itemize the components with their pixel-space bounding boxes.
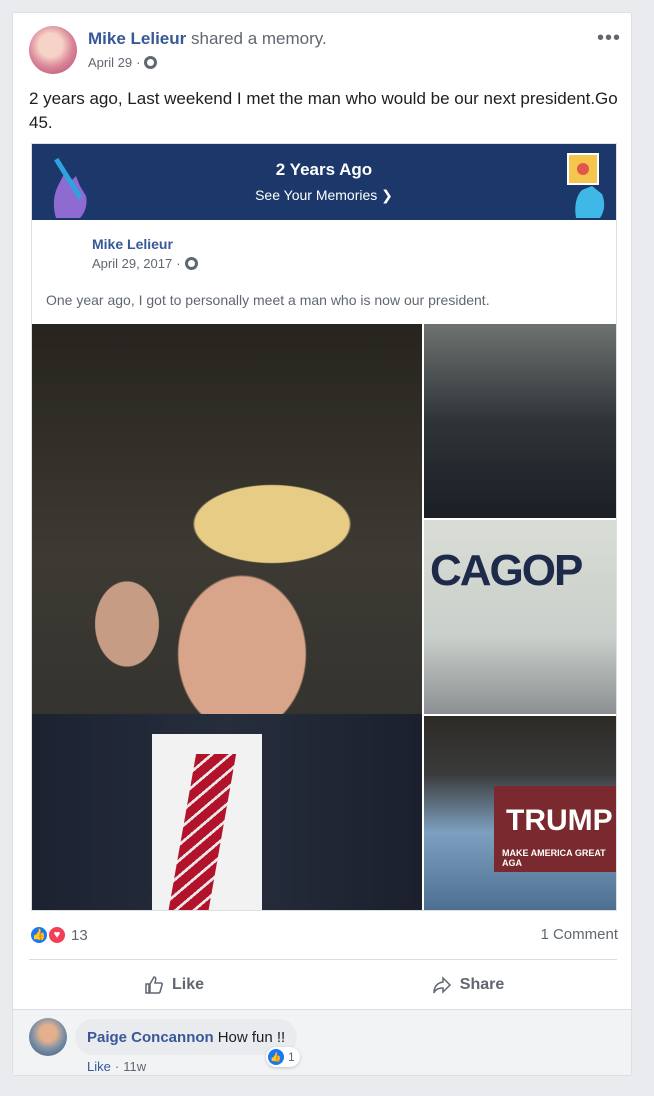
- photo-sign[interactable]: TRUMP MAKE AMERICA GREAT AGA: [424, 716, 616, 910]
- like-reaction-icon: 👍: [268, 1049, 284, 1065]
- post-meta: April 29 ·: [88, 55, 158, 70]
- trump-sign-text: TRUMP: [506, 804, 613, 837]
- comment-age[interactable]: 11w: [123, 1059, 146, 1074]
- comment-actions: Like · 11w: [87, 1059, 146, 1074]
- like-reaction-icon: 👍: [29, 925, 49, 945]
- like-button[interactable]: Like: [29, 969, 319, 1001]
- share-button-label: Share: [459, 976, 505, 993]
- more-icon[interactable]: •••: [597, 27, 621, 50]
- photo-crowd[interactable]: [424, 324, 616, 518]
- comment-author[interactable]: Paige Concannon: [87, 1029, 214, 1046]
- love-reaction-icon: ♥: [47, 925, 67, 945]
- post-action-text: shared a memory.: [191, 29, 327, 48]
- memory-banner-title: 2 Years Ago: [275, 160, 373, 179]
- photo-stage[interactable]: CAGOP: [424, 520, 616, 714]
- chevron-right-icon: ❯: [381, 187, 393, 203]
- memory-banner[interactable]: 2 Years Ago See Your Memories ❯: [32, 144, 616, 220]
- post-header: Mike Lelieur shared a memory.: [88, 29, 327, 49]
- original-author-name[interactable]: Mike Lelieur: [92, 236, 173, 252]
- globe-icon[interactable]: [144, 56, 158, 69]
- comment-reaction-count: 1: [288, 1050, 295, 1064]
- meta-separator: ·: [136, 55, 141, 70]
- trump-sign: TRUMP MAKE AMERICA GREAT AGA: [494, 786, 616, 872]
- commenter-avatar[interactable]: [29, 1018, 67, 1056]
- cagop-sign-text: CAGOP: [430, 546, 583, 595]
- post-card: Mike Lelieur shared a memory. April 29 ·…: [12, 12, 632, 1076]
- comments-count-link[interactable]: 1 Comment: [540, 926, 618, 943]
- share-arrow-icon: [433, 976, 451, 994]
- divider: [29, 959, 617, 960]
- author-avatar[interactable]: [29, 26, 77, 74]
- like-button-label: Like: [171, 976, 204, 993]
- globe-icon: [184, 257, 198, 270]
- post-date[interactable]: April 29: [88, 55, 132, 70]
- comment-separator: ·: [114, 1059, 120, 1074]
- meta-separator: ·: [176, 256, 181, 271]
- memory-card[interactable]: 2 Years Ago See Your Memories ❯ Mike Lel…: [31, 143, 617, 911]
- post-text: 2 years ago, Last weekend I met the man …: [29, 89, 618, 132]
- see-memories-link[interactable]: See Your Memories ❯: [32, 187, 616, 204]
- author-name[interactable]: Mike Lelieur: [88, 29, 186, 48]
- reaction-count: 13: [71, 926, 88, 944]
- comment-text: How fun !!: [217, 1028, 286, 1046]
- photo-hand-icon: [567, 153, 605, 218]
- original-post-text: One year ago, I got to personally meet a…: [46, 292, 490, 308]
- comment-reaction[interactable]: 👍 1: [266, 1047, 300, 1067]
- share-button[interactable]: Share: [323, 969, 613, 1001]
- maga-sign-text: MAKE AMERICA GREAT AGA: [502, 848, 606, 868]
- photo-main[interactable]: [32, 324, 422, 910]
- reaction-summary[interactable]: 👍 ♥ 13: [29, 925, 88, 945]
- comment-like-link[interactable]: Like: [87, 1059, 111, 1074]
- thumbs-up-icon: [145, 976, 163, 994]
- comment-bubble: Paige Concannon How fun !!: [75, 1019, 298, 1055]
- original-post-date[interactable]: April 29, 2017: [92, 256, 172, 271]
- original-post-meta: April 29, 2017 ·: [92, 256, 198, 271]
- see-memories-label: See Your Memories: [255, 187, 378, 203]
